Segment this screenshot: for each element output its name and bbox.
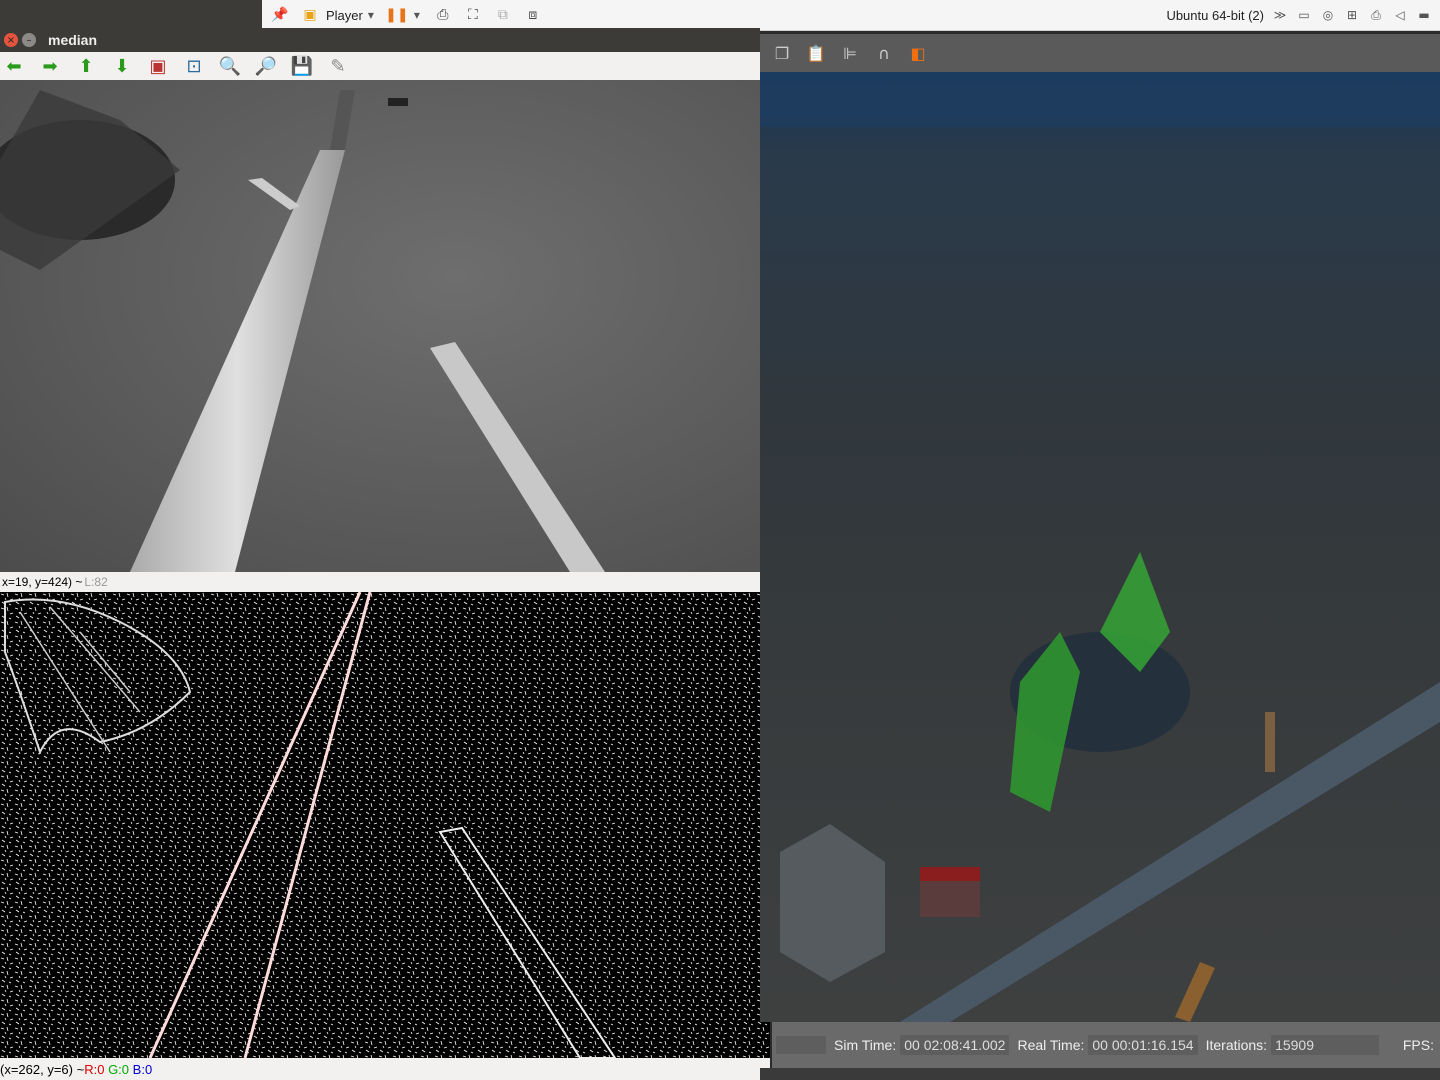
small-plank [248, 178, 300, 210]
vmware-toolbar: 📌 ▣ Player ▾ ❚❚ ▾ ⎙ ⛶ ⧉ ⧈ Ubuntu 64-bit … [262, 0, 1440, 31]
red-chest-lid [920, 867, 980, 881]
fps-label: FPS: [1402, 1037, 1434, 1053]
zoom-in-icon[interactable]: 🔍 [216, 54, 244, 78]
pipe-far [330, 90, 355, 150]
median-level: L:82 [84, 575, 108, 589]
median-image-canvas [0, 90, 605, 572]
gazebo-toolbar: ❐ 📋 ⊫ ∩ ◧ [760, 34, 1440, 72]
gazebo-3d-view[interactable] [760, 72, 1440, 1022]
median-image-view[interactable] [0, 80, 760, 572]
water-surface [760, 72, 1440, 127]
bottom-strip [760, 1068, 1440, 1080]
vm-name: Ubuntu 64-bit (2) [1166, 7, 1264, 23]
gazebo-pipe [900, 682, 1440, 1022]
blue-value: B:0 [132, 1061, 153, 1077]
edges-image-view[interactable] [0, 592, 770, 1058]
edge-noise [0, 592, 770, 1058]
properties-icon[interactable]: ✎ [324, 54, 352, 78]
gazebo-scene-canvas [760, 72, 1440, 1022]
fullscreen-icon[interactable]: ⛶ [461, 3, 485, 27]
copy-icon[interactable]: ❐ [770, 41, 794, 65]
edges-coords: (x=262, y=6) ~ [0, 1061, 85, 1077]
chevron-down-icon[interactable]: ▾ [409, 7, 425, 23]
network-icon[interactable]: ⊞ [1344, 7, 1360, 23]
pin-icon[interactable]: 📌 [268, 3, 292, 27]
arrow-right-icon[interactable]: ➡ [36, 54, 64, 78]
zoom-original-icon[interactable]: ⊡ [180, 54, 208, 78]
edges-image-canvas [0, 592, 770, 1058]
iterations-label: Iterations: [1205, 1037, 1268, 1053]
chevron-down-icon[interactable]: ▾ [363, 7, 379, 23]
arrow-up-icon[interactable]: ⬆ [72, 54, 100, 78]
multimonitor-icon[interactable]: ⧈ [521, 3, 545, 27]
pause-icon[interactable]: ❚❚ [385, 3, 409, 27]
paste-icon[interactable]: 📋 [804, 41, 828, 65]
edges-statusbar: (x=262, y=6) ~ R:0 G:0 B:0 [0, 1058, 770, 1080]
gazebo-statusbar: Sim Time: 00 02:08:41.002 Real Time: 00 … [772, 1022, 1440, 1068]
printer-icon[interactable]: ⎙ [1368, 7, 1384, 23]
play-control[interactable] [776, 1036, 826, 1054]
view-angle-icon[interactable]: ◧ [906, 41, 930, 65]
minimize-icon[interactable]: – [22, 33, 36, 47]
desktop-top-strip [0, 0, 262, 28]
sim-time-label: Sim Time: [834, 1037, 897, 1053]
real-time-value: 00 00:01:16.154 [1088, 1035, 1198, 1055]
wooden-plank [1175, 962, 1215, 1022]
real-time-label: Real Time: [1017, 1037, 1085, 1053]
median-statusbar: x=19, y=424) ~ L:82 [0, 572, 760, 592]
gazebo-box [780, 824, 885, 982]
red-value: R:0 [84, 1061, 105, 1077]
usb-icon[interactable]: ▬ [1416, 7, 1432, 23]
close-icon[interactable]: × [4, 33, 18, 47]
player-logo-icon: ▣ [303, 7, 317, 23]
player-menu-label[interactable]: Player [326, 8, 363, 23]
green-value: G:0 [108, 1061, 130, 1077]
hard-disk-icon[interactable]: ▭ [1296, 7, 1312, 23]
debris [388, 98, 408, 106]
pipe [130, 150, 345, 572]
arrow-down-icon[interactable]: ⬇ [108, 54, 136, 78]
save-icon[interactable]: 💾 [288, 54, 316, 78]
ship-wreck [0, 90, 180, 270]
arrow-left-icon[interactable]: ⬅ [0, 54, 28, 78]
sim-time-value: 00 02:08:41.002 [900, 1035, 1010, 1055]
median-toolbar: ⬅ ➡ ⬆ ⬇ ▣ ⊡ 🔍 🔎 💾 ✎ [0, 52, 760, 80]
wooden-post [1265, 712, 1275, 772]
align-icon[interactable]: ⊫ [838, 41, 862, 65]
zoom-fit-icon[interactable]: ▣ [144, 54, 172, 78]
cd-icon[interactable]: ◎ [1320, 7, 1336, 23]
double-chevron-icon[interactable]: ≫ [1272, 7, 1288, 23]
sound-icon[interactable]: ◁ [1392, 7, 1408, 23]
plank [430, 342, 605, 572]
send-ctrl-alt-del-icon[interactable]: ⎙ [431, 3, 455, 27]
median-window-titlebar: × – median [0, 28, 760, 52]
snap-icon[interactable]: ∩ [872, 41, 896, 65]
median-coords: x=19, y=424) ~ [2, 575, 83, 589]
window-title: median [48, 32, 98, 48]
unity-icon[interactable]: ⧉ [491, 3, 515, 27]
zoom-out-icon[interactable]: 🔎 [252, 54, 280, 78]
iterations-value: 15909 [1271, 1035, 1380, 1055]
